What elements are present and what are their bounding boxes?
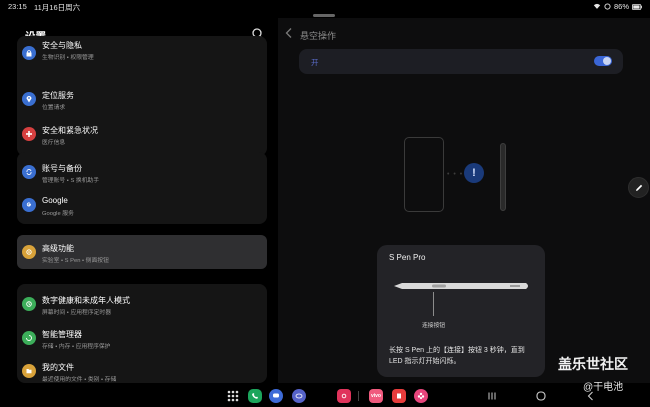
watermark-author: @干电池 bbox=[583, 382, 624, 393]
location-icon bbox=[22, 92, 36, 106]
settings-item-google[interactable]: Google Google 服务 bbox=[17, 188, 267, 222]
status-bar: 23:15 11月16日周六 86% bbox=[0, 0, 650, 14]
app-v-icon[interactable]: vivo bbox=[369, 389, 383, 403]
panel-handle[interactable] bbox=[313, 14, 335, 17]
app-drawer-icon[interactable] bbox=[226, 389, 240, 403]
app-flower-icon[interactable] bbox=[414, 389, 428, 403]
settings-item-security-privacy[interactable]: 安全与隐私 生物识别 • 权限管理 bbox=[17, 36, 267, 70]
settings-item-digital-wellbeing[interactable]: 数字健康和未成年人模式 屏幕时间 • 应用程序定时器 bbox=[17, 287, 267, 321]
item-subtitle: 管理账号 • S 换机助手 bbox=[42, 178, 100, 184]
wellbeing-icon bbox=[22, 297, 36, 311]
messages-app-icon[interactable] bbox=[269, 389, 283, 403]
internet-app-icon[interactable] bbox=[292, 389, 306, 403]
settings-item-location[interactable]: 定位服务 位置请求 bbox=[17, 82, 267, 116]
settings-group-care: 数字健康和未成年人模式 屏幕时间 • 应用程序定时器 智能管理器 存储 • 内存… bbox=[17, 284, 267, 383]
dock-separator bbox=[358, 391, 359, 401]
camera-app-icon[interactable] bbox=[337, 389, 351, 403]
alert-icon: ! bbox=[464, 163, 484, 183]
item-title: 定位服务 bbox=[42, 91, 74, 100]
air-actions-toggle-card[interactable]: 开 bbox=[299, 49, 623, 74]
signal-icon bbox=[604, 3, 611, 10]
item-title: 高级功能 bbox=[42, 244, 74, 253]
settings-item-advanced-features[interactable]: 高级功能 实验室 • S Pen • 侧面按钮 bbox=[17, 235, 267, 269]
wifi-icon bbox=[593, 3, 601, 9]
item-subtitle: 屏幕时间 • 应用程序定时器 bbox=[42, 310, 112, 316]
spen-pro-icon bbox=[394, 283, 528, 289]
emergency-icon bbox=[22, 127, 36, 141]
settings-item-device-care[interactable]: 智能管理器 存储 • 内存 • 应用程序保护 bbox=[17, 321, 267, 355]
tablet-illustration bbox=[404, 137, 444, 212]
taskbar: vivo bbox=[0, 383, 650, 407]
settings-item-emergency[interactable]: 安全和紧急状况 医疗信息 bbox=[17, 117, 267, 151]
battery-icon bbox=[632, 3, 642, 10]
settings-item-accounts-backup[interactable]: 账号与备份 管理账号 • S 换机助手 bbox=[17, 155, 267, 189]
item-title: 智能管理器 bbox=[42, 330, 82, 339]
advanced-icon bbox=[22, 245, 36, 259]
item-title: 我的文件 bbox=[42, 363, 74, 372]
app-red-icon[interactable] bbox=[392, 389, 406, 403]
connection-dots: • • • bbox=[447, 171, 464, 178]
battery-percent: 86% bbox=[613, 2, 629, 11]
care-icon bbox=[22, 331, 36, 345]
google-icon bbox=[22, 198, 36, 212]
pen-icon bbox=[635, 184, 642, 191]
recents-icon[interactable] bbox=[486, 390, 498, 402]
toggle-label: 开 bbox=[311, 58, 319, 67]
air-actions-switch[interactable] bbox=[594, 56, 612, 66]
connect-button-label: 连接按钮 bbox=[422, 323, 446, 329]
item-subtitle: 位置请求 bbox=[42, 105, 66, 111]
tip-card-description: 长按 S Pen 上的【连接】按钮 3 秒钟，直到 LED 指示灯开始闪烁。 bbox=[389, 347, 525, 365]
status-date: 11月16日周六 bbox=[34, 3, 81, 12]
item-title: 数字健康和未成年人模式 bbox=[42, 296, 130, 305]
settings-group-accounts: 账号与备份 管理账号 • S 换机助手 Google Google 服务 bbox=[17, 152, 267, 224]
item-subtitle: 最近使用的文件 • 类别 • 存储 bbox=[42, 377, 117, 383]
item-title: 安全与隐私 bbox=[42, 41, 82, 50]
settings-group-advanced: 高级功能 实验室 • S Pen • 侧面按钮 bbox=[17, 235, 267, 270]
item-title: 账号与备份 bbox=[42, 164, 82, 173]
item-subtitle: 生物识别 • 权限管理 bbox=[42, 55, 94, 61]
item-title: Google bbox=[42, 196, 68, 205]
phone-app-icon[interactable] bbox=[248, 389, 262, 403]
files-icon bbox=[22, 364, 36, 378]
settings-group-privacy: 安全与隐私 生物识别 • 权限管理 定位服务 位置请求 安全和紧急状况 医疗信息 bbox=[17, 36, 267, 156]
tip-card-title: S Pen Pro bbox=[389, 253, 426, 262]
switch-knob bbox=[603, 57, 611, 65]
item-title: 安全和紧急状况 bbox=[42, 126, 98, 135]
watermark-logo-text: 盖乐世社区 bbox=[558, 356, 628, 372]
settings-list-panel: 设置 安全与隐私 生物识别 • 权限管理 定位服务 位置请求 安全和紧急状况 医… bbox=[0, 18, 285, 383]
item-subtitle: Google 服务 bbox=[42, 211, 74, 217]
home-icon[interactable] bbox=[535, 390, 547, 402]
pointer-line bbox=[433, 292, 434, 316]
settings-item-my-files[interactable]: 我的文件 最近使用的文件 • 类别 • 存储 bbox=[17, 354, 267, 383]
lock-icon bbox=[22, 46, 36, 60]
status-time: 23:15 bbox=[8, 2, 27, 11]
spen-illustration bbox=[500, 143, 506, 211]
item-subtitle: 存储 • 内存 • 应用程序保护 bbox=[42, 344, 111, 350]
item-subtitle: 医疗信息 bbox=[42, 140, 66, 146]
sync-icon bbox=[22, 165, 36, 179]
spen-tip-card: S Pen Pro 连接按钮 长按 S Pen 上的【连接】按钮 3 秒钟，直到… bbox=[377, 245, 545, 377]
item-subtitle: 实验室 • S Pen • 侧面按钮 bbox=[42, 258, 109, 264]
edit-pen-button[interactable] bbox=[628, 177, 649, 198]
back-arrow-icon[interactable] bbox=[284, 27, 294, 39]
status-icons: 86% bbox=[593, 2, 642, 11]
detail-title: 悬空操作 bbox=[300, 31, 337, 41]
